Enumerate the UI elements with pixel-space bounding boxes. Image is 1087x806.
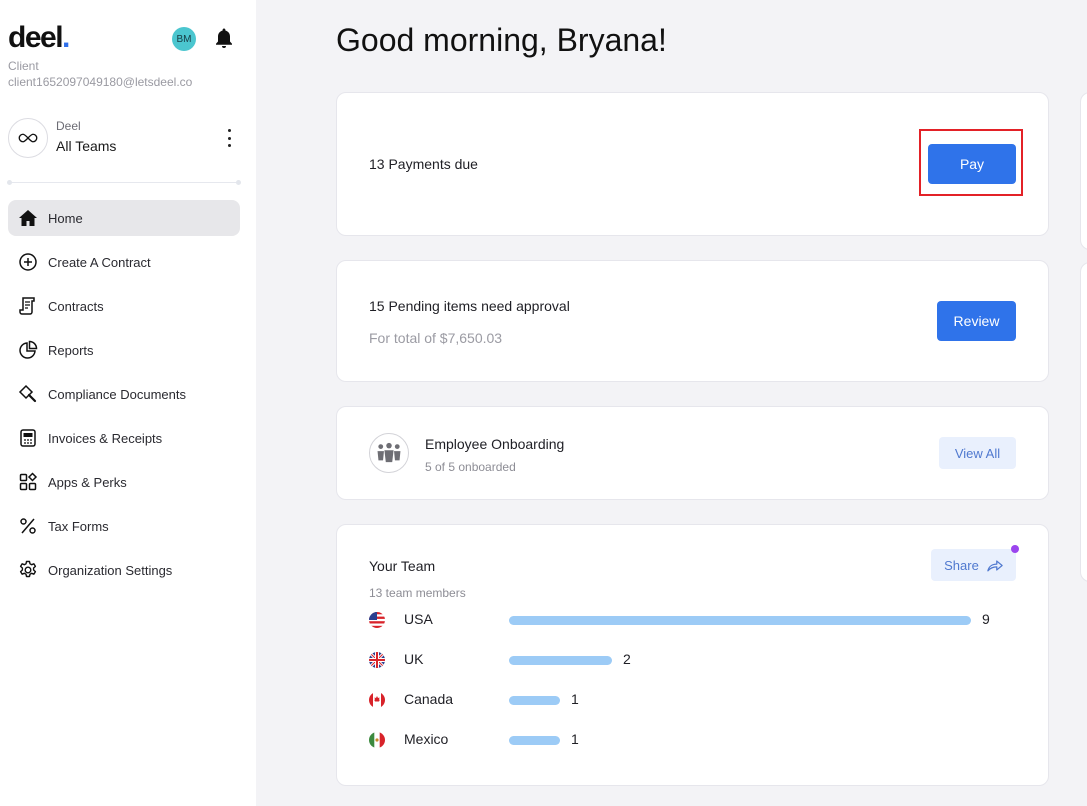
team-title: Your Team: [369, 558, 436, 574]
country-count: 1: [571, 691, 579, 707]
share-arrow-icon: [987, 559, 1003, 571]
onboarding-status: 5 of 5 onboarded: [425, 460, 516, 474]
pending-approvals-card: 15 Pending items need approval For total…: [336, 260, 1049, 382]
pending-items-text: 15 Pending items need approval: [369, 298, 570, 314]
country-bar: [509, 656, 612, 665]
sidebar-item-label: Home: [48, 210, 83, 226]
deel-logo[interactable]: deel.: [8, 22, 70, 54]
team-country-row: USA 9: [369, 610, 1009, 630]
view-all-button[interactable]: View All: [939, 437, 1016, 469]
team-people-icon: [369, 433, 409, 473]
us-flag-icon: [369, 612, 385, 628]
user-role: Client: [8, 59, 39, 73]
highlight-box: [919, 129, 1023, 196]
sidebar: deel. BM Client client1652097049180@lets…: [0, 0, 256, 806]
sidebar-item-create-contract[interactable]: Create A Contract: [8, 244, 240, 280]
sidebar-item-label: Create A Contract: [48, 254, 151, 270]
side-card: [1080, 92, 1087, 250]
sidebar-item-label: Invoices & Receipts: [48, 430, 163, 446]
country-count: 9: [982, 611, 990, 627]
sidebar-item-label: Apps & Perks: [48, 474, 127, 490]
notification-dot: [1011, 545, 1019, 553]
sidebar-item-label: Contracts: [48, 298, 104, 314]
gavel-icon: [18, 384, 38, 404]
sidebar-item-invoices-receipts[interactable]: Invoices & Receipts: [8, 420, 240, 456]
country-name: Canada: [404, 691, 454, 707]
mexico-flag-icon: [369, 732, 385, 748]
sidebar-item-label: Compliance Documents: [48, 386, 187, 402]
team-name: All Teams: [56, 138, 117, 154]
country-name: Mexico: [404, 731, 449, 747]
sidebar-item-reports[interactable]: Reports: [8, 332, 240, 368]
sidebar-item-compliance-documents[interactable]: Compliance Documents: [8, 376, 240, 412]
sidebar-item-label: Reports: [48, 342, 94, 358]
bell-icon[interactable]: [214, 27, 234, 49]
payments-due-text: 13 Payments due: [369, 156, 478, 172]
pie-chart-icon: [18, 340, 38, 360]
sidebar-item-contracts[interactable]: Contracts: [8, 288, 240, 324]
team-org: Deel: [56, 119, 81, 133]
page-title: Good morning, Bryana!: [336, 22, 667, 58]
share-label: Share: [944, 557, 979, 573]
avatar[interactable]: BM: [172, 27, 196, 51]
team-switcher[interactable]: Deel All Teams: [8, 117, 240, 161]
more-options-icon[interactable]: [224, 129, 234, 147]
country-count: 1: [571, 731, 579, 747]
team-country-row: UK 2: [369, 650, 1009, 670]
sidebar-nav: Home Create A Contract Contracts Reports…: [8, 200, 240, 596]
sidebar-item-apps-perks[interactable]: Apps & Perks: [8, 464, 240, 500]
review-button[interactable]: Review: [937, 301, 1016, 341]
country-name: USA: [404, 611, 433, 627]
country-bar: [509, 696, 560, 705]
uk-flag-icon: [369, 652, 385, 668]
country-count: 2: [623, 651, 631, 667]
side-card: [1080, 262, 1087, 582]
employee-onboarding-card: Employee Onboarding 5 of 5 onboarded Vie…: [336, 406, 1049, 500]
receipt-printer-icon: [18, 428, 38, 448]
sidebar-divider: [7, 180, 241, 185]
sidebar-item-organization-settings[interactable]: Organization Settings: [8, 552, 240, 588]
country-bar: [509, 616, 971, 625]
user-email: client1652097049180@letsdeel.co: [8, 75, 193, 89]
country-name: UK: [404, 651, 424, 667]
sidebar-item-label: Organization Settings: [48, 562, 173, 578]
team-country-row: Mexico 1: [369, 730, 1009, 750]
plus-circle-icon: [18, 252, 38, 272]
sidebar-item-home[interactable]: Home: [8, 200, 240, 236]
infinity-icon: [8, 118, 48, 158]
country-bar: [509, 736, 560, 745]
percent-icon: [18, 516, 38, 536]
sidebar-item-label: Tax Forms: [48, 518, 109, 534]
pending-total-text: For total of $7,650.03: [369, 330, 503, 346]
contract-scroll-icon: [18, 296, 38, 316]
your-team-card: Your Team 13 team members Share USA 9 UK…: [336, 524, 1049, 786]
share-button[interactable]: Share: [931, 549, 1016, 581]
onboarding-title: Employee Onboarding: [425, 436, 565, 452]
home-icon: [18, 208, 38, 228]
team-country-row: Canada 1: [369, 690, 1009, 710]
gear-icon: [18, 560, 38, 580]
apps-grid-icon: [18, 472, 38, 492]
canada-flag-icon: [369, 692, 385, 708]
team-member-count: 13 team members: [369, 586, 466, 600]
sidebar-item-tax-forms[interactable]: Tax Forms: [8, 508, 240, 544]
